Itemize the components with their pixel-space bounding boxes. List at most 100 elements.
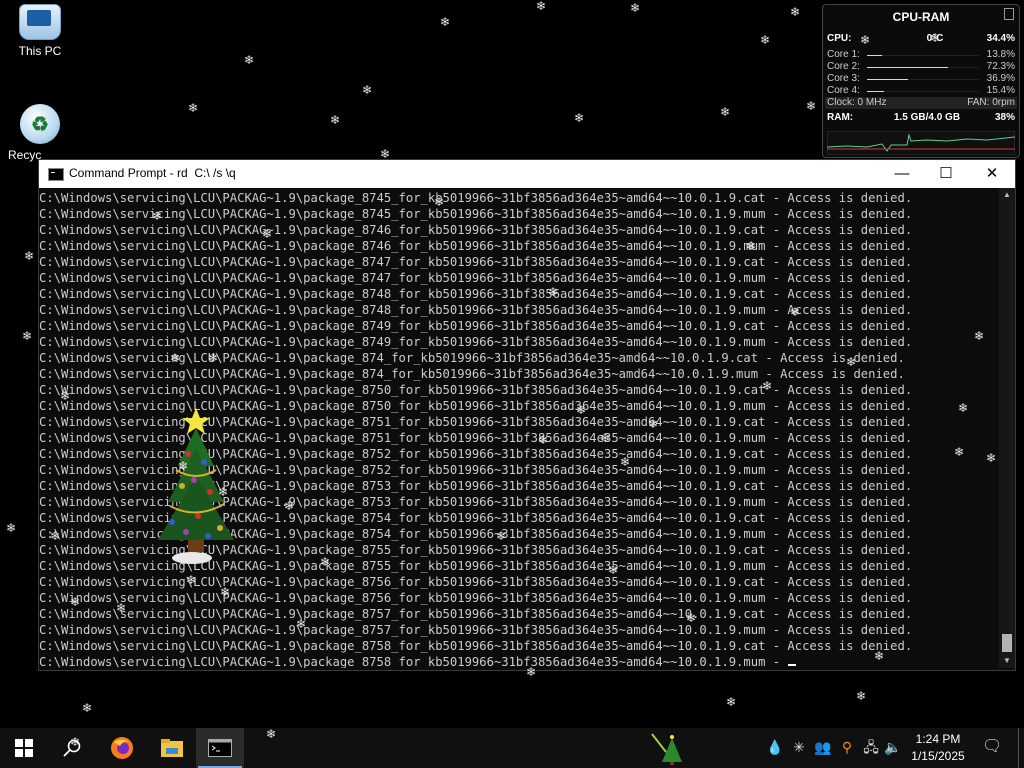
cpu-value: 34.4%	[986, 33, 1015, 44]
computer-icon	[19, 4, 61, 40]
snowflake-icon[interactable]: ✳	[790, 738, 808, 756]
console-line: C:\Windows\servicing\LCU\PACKAG~1.9\pack…	[39, 303, 913, 317]
core-row: Core 1: 13.8%	[827, 49, 1015, 61]
console-line: C:\Windows\servicing\LCU\PACKAG~1.9\pack…	[39, 319, 913, 333]
notifications-icon[interactable]: 🗨	[982, 738, 1002, 756]
core-value: 15.4%	[986, 85, 1015, 96]
window-title: Command Prompt - rd C:\ /s \q	[69, 166, 236, 180]
search-button[interactable]	[48, 728, 96, 768]
console-line: C:\Windows\servicing\LCU\PACKAG~1.9\pack…	[39, 223, 913, 237]
recycle-bin-desktop-icon[interactable]: ♻ Recyc	[0, 104, 80, 162]
core-label: Core 2:	[827, 61, 860, 72]
this-pc-desktop-icon[interactable]: This PC	[0, 4, 80, 58]
snowflake-icon: ❄	[574, 111, 585, 125]
snowflake-icon: ❄	[630, 1, 641, 15]
system-clock[interactable]: 1:24 PM 1/15/2025	[900, 731, 976, 765]
snowflake-icon: ❄	[362, 83, 373, 97]
cpu-ram-gadget[interactable]: CPU-RAM CPU: 0°C 34.4% Core 1: 13.8% Cor…	[822, 4, 1020, 158]
console-line: C:\Windows\servicing\LCU\PACKAG~1.9\pack…	[39, 207, 913, 221]
snowflake-icon: ❄	[24, 249, 35, 263]
core-row: Core 3: 36.9%	[827, 73, 1015, 85]
console-line: C:\Windows\servicing\LCU\PACKAG~1.9\pack…	[39, 623, 913, 637]
clock-readout: Clock: 0 MHz	[827, 97, 887, 108]
cpu-temperature: 0°C	[926, 33, 944, 44]
console-line: C:\Windows\servicing\LCU\PACKAG~1.9\pack…	[39, 367, 905, 381]
core-value: 36.9%	[986, 73, 1015, 84]
window-titlebar[interactable]: Command Prompt - rd C:\ /s \q — ☐ ✕	[39, 160, 1015, 188]
scroll-down-icon[interactable]: ▼	[999, 654, 1015, 668]
water-drop-icon[interactable]: 💧	[766, 738, 784, 756]
snowflake-icon: ❄	[806, 99, 817, 113]
snowflake-icon: ❄	[6, 521, 17, 535]
show-desktop-button[interactable]	[1018, 728, 1019, 768]
cpu-label: CPU:	[827, 33, 852, 44]
console-line: C:\Windows\servicing\LCU\PACKAG~1.9\pack…	[39, 654, 999, 668]
core-label: Core 1:	[827, 49, 860, 60]
console-line: C:\Windows\servicing\LCU\PACKAG~1.9\pack…	[39, 575, 913, 589]
file-explorer-taskbar-button[interactable]	[148, 728, 196, 768]
snowflake-icon: ❄	[720, 105, 731, 119]
console-line: C:\Windows\servicing\LCU\PACKAG~1.9\pack…	[39, 271, 913, 285]
console-line: C:\Windows\servicing\LCU\PACKAG~1.9\pack…	[39, 287, 913, 301]
clock-date: 1/15/2025	[911, 749, 965, 763]
snowflake-icon: ❄	[856, 689, 867, 703]
network-icon[interactable]: 🖧	[862, 738, 880, 756]
ram-row: RAM: 1.5 GB/4.0 GB 38%	[827, 112, 1015, 124]
ram-usage: 1.5 GB/4.0 GB	[893, 112, 961, 123]
snowflake-icon: ❄	[760, 33, 771, 47]
fan-readout: FAN: 0rpm	[967, 97, 1015, 108]
console-line: C:\Windows\servicing\LCU\PACKAG~1.9\pack…	[39, 639, 913, 653]
core-bar	[867, 79, 979, 80]
console-line: C:\Windows\servicing\LCU\PACKAG~1.9\pack…	[39, 591, 913, 605]
people-icon[interactable]: 👥	[814, 738, 832, 756]
snowflake-icon: ❄	[440, 15, 451, 29]
christmas-tree-icon	[158, 408, 234, 564]
this-pc-label: This PC	[18, 44, 62, 58]
console-line: C:\Windows\servicing\LCU\PACKAG~1.9\pack…	[39, 607, 913, 621]
snowflake-icon: ❄	[330, 113, 341, 127]
recycle-bin-icon: ♻	[20, 104, 60, 144]
console-line: C:\Windows\servicing\LCU\PACKAG~1.9\pack…	[39, 383, 913, 397]
console-line: C:\Windows\servicing\LCU\PACKAG~1.9\pack…	[39, 255, 913, 269]
vertical-scrollbar[interactable]: ▲ ▼	[999, 188, 1015, 668]
core-label: Core 3:	[827, 73, 860, 84]
snowflake-icon: ❄	[726, 695, 737, 709]
core-row: Core 2: 72.3%	[827, 61, 1015, 73]
core-value: 72.3%	[986, 61, 1015, 72]
windows-start-icon	[15, 739, 33, 757]
console-line: C:\Windows\servicing\LCU\PACKAG~1.9\pack…	[39, 191, 913, 205]
firefox-taskbar-button[interactable]	[98, 728, 146, 768]
key-icon[interactable]: ⚲	[838, 738, 856, 756]
command-prompt-icon	[48, 168, 64, 181]
core-value: 13.8%	[986, 49, 1015, 60]
console-line: C:\Windows\servicing\LCU\PACKAG~1.9\pack…	[39, 351, 905, 365]
scrollbar-thumb[interactable]	[1002, 634, 1012, 652]
clock-time: 1:24 PM	[915, 732, 961, 746]
gadget-close-icon[interactable]	[1004, 8, 1014, 20]
snowflake-icon: ❄	[82, 701, 93, 715]
christmas-tree-tray-icon[interactable]	[650, 732, 686, 766]
ram-label: RAM:	[827, 112, 854, 123]
command-prompt-taskbar-button[interactable]	[196, 728, 244, 768]
core-bar	[867, 91, 979, 92]
start-button[interactable]	[0, 728, 48, 768]
clock-fan-row: Clock: 0 MHz FAN: 0rpm	[827, 97, 1015, 109]
snowflake-icon: ❄	[536, 0, 547, 13]
snowflake-icon: ❄	[790, 5, 801, 19]
ram-history-graph	[827, 131, 1015, 155]
maximize-button[interactable]: ☐	[923, 160, 969, 188]
core-row: Core 4: 15.4%	[827, 85, 1015, 97]
command-prompt-icon	[208, 739, 232, 757]
gadget-title: CPU-RAM	[892, 10, 950, 24]
console-line: C:\Windows\servicing\LCU\PACKAG~1.9\pack…	[39, 239, 913, 253]
scroll-up-icon[interactable]: ▲	[999, 188, 1015, 202]
snowflake-icon: ❄	[188, 101, 199, 115]
minimize-button[interactable]: —	[879, 160, 925, 188]
taskbar: 💧 ✳ 👥 ⚲ 🖧 🔈 1:24 PM 1/15/2025 🗨	[0, 728, 1024, 768]
close-button[interactable]: ✕	[969, 160, 1015, 188]
firefox-icon	[111, 737, 133, 759]
cpu-row: CPU: 0°C 34.4%	[827, 33, 1015, 45]
console-line: C:\Windows\servicing\LCU\PACKAG~1.9\pack…	[39, 335, 913, 349]
text-cursor	[788, 664, 797, 666]
snowflake-icon: ❄	[244, 53, 255, 67]
